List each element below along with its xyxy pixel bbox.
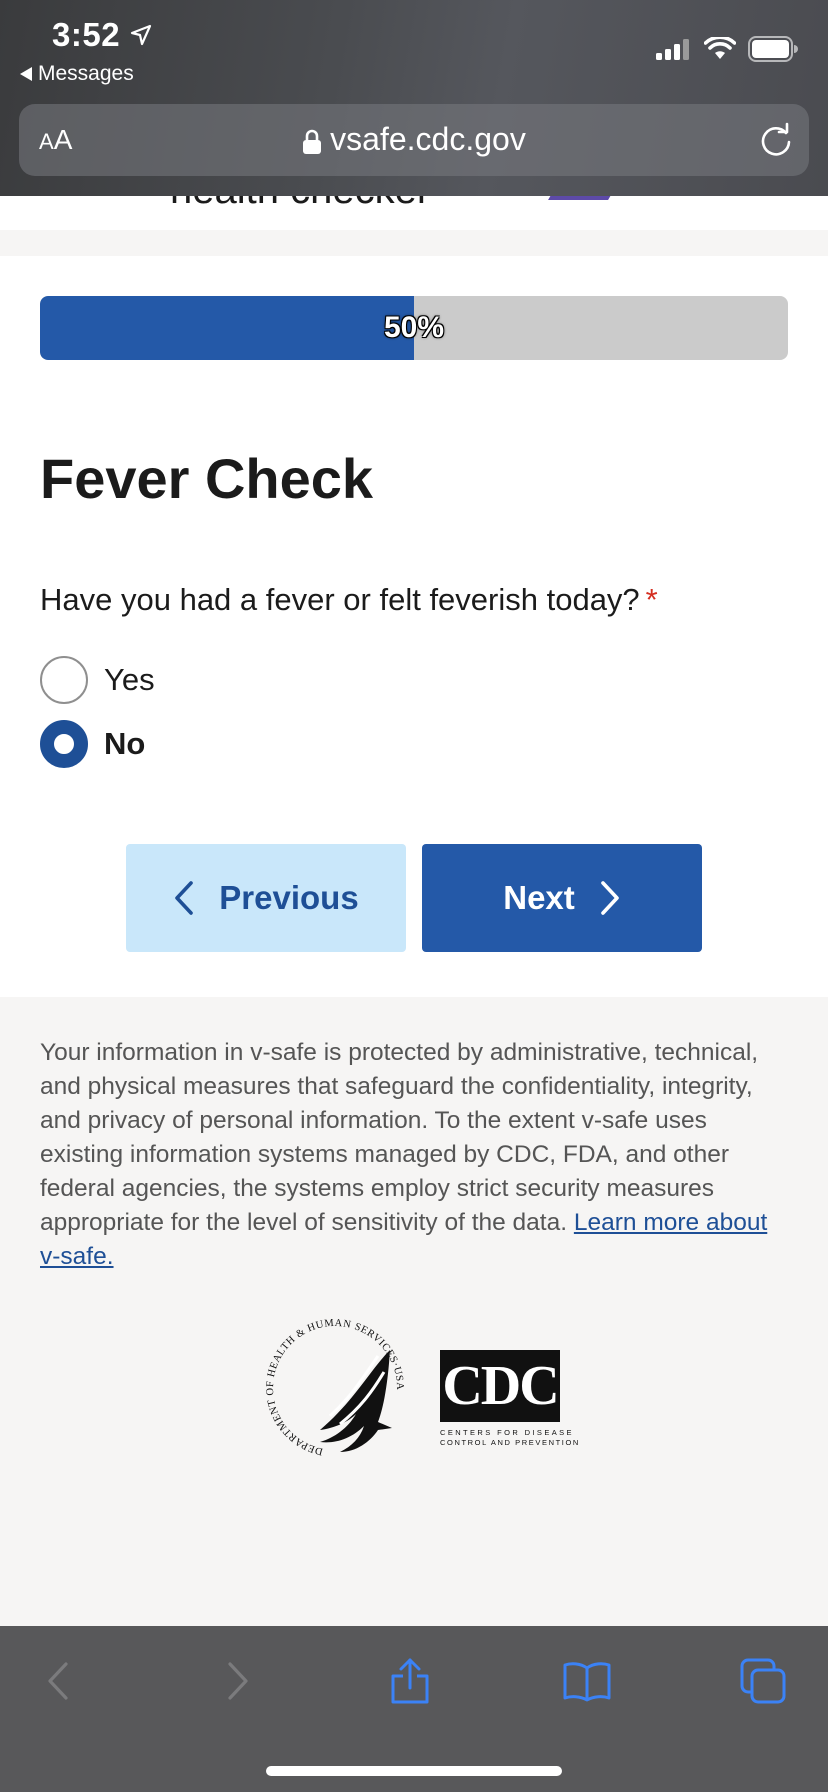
wifi-icon xyxy=(704,37,736,59)
share-icon[interactable] xyxy=(388,1656,432,1706)
back-to-app-button[interactable]: Messages xyxy=(20,62,134,86)
radio-no-button[interactable] xyxy=(40,720,88,768)
address-bar[interactable]: AA vsafe.cdc.gov xyxy=(19,104,809,176)
question-text: Have you had a fever or felt feverish to… xyxy=(40,582,640,617)
forward-chevron-icon[interactable] xyxy=(222,1656,252,1706)
privacy-notice: Your information in v-safe is protected … xyxy=(40,1036,780,1274)
back-app-label: Messages xyxy=(38,62,134,85)
question-label: Have you had a fever or felt feverish to… xyxy=(40,582,658,618)
radio-yes-button[interactable] xyxy=(40,656,88,704)
battery-icon xyxy=(748,36,798,62)
lock-icon xyxy=(303,129,322,154)
browser-top-bar: 3:52 Messages AA vsafe.cdc.gov xyxy=(0,0,828,196)
reload-icon[interactable] xyxy=(759,122,793,158)
header-partial-text: health checker xyxy=(170,196,430,213)
status-icons xyxy=(656,36,798,62)
bookmarks-icon[interactable] xyxy=(562,1656,612,1706)
signal-icon xyxy=(656,39,689,60)
cdc-logo-mark: CDC xyxy=(440,1350,560,1422)
location-arrow-icon xyxy=(130,24,152,46)
radio-option-yes[interactable]: Yes xyxy=(40,656,155,704)
chevron-right-icon xyxy=(600,881,619,915)
radio-option-no[interactable]: No xyxy=(40,720,145,768)
required-marker: * xyxy=(645,582,658,617)
status-time: 3:52 xyxy=(52,16,121,53)
progress-label: 50% xyxy=(383,311,445,344)
cdc-tagline-line2: Control and Prevention xyxy=(440,1438,580,1447)
browser-bottom-toolbar xyxy=(0,1626,828,1792)
next-button[interactable]: Next xyxy=(422,844,702,952)
cdc-tagline-line1: Centers for Disease xyxy=(440,1428,574,1437)
tabs-icon[interactable] xyxy=(738,1656,788,1706)
radio-yes-label: Yes xyxy=(104,662,155,697)
chevron-left-icon xyxy=(175,881,194,915)
section-divider xyxy=(0,230,828,256)
page-title: Fever Check xyxy=(40,447,374,510)
header-logo-partial xyxy=(548,196,622,200)
back-triangle-icon xyxy=(20,67,32,81)
survey-card: 50% Fever Check Have you had a fever or … xyxy=(0,256,828,997)
cdc-logo: CDC Centers for Disease Control and Prev… xyxy=(440,1350,580,1447)
next-label: Next xyxy=(503,879,575,916)
back-chevron-icon[interactable] xyxy=(44,1656,74,1706)
previous-label: Previous xyxy=(219,879,359,916)
previous-button[interactable]: Previous xyxy=(126,844,406,952)
radio-no-label: No xyxy=(104,726,146,761)
home-indicator xyxy=(266,1766,562,1776)
progress-bar: 50% xyxy=(40,296,788,360)
privacy-text: Your information in v-safe is protected … xyxy=(40,1039,759,1236)
url-display[interactable]: vsafe.cdc.gov xyxy=(19,121,809,158)
url-text: vsafe.cdc.gov xyxy=(330,121,526,157)
agency-logos: DEPARTMENT OF HEALTH & HUMAN SERVICES·US… xyxy=(260,1310,580,1470)
hhs-seal-logo: DEPARTMENT OF HEALTH & HUMAN SERVICES·US… xyxy=(265,1318,405,1457)
